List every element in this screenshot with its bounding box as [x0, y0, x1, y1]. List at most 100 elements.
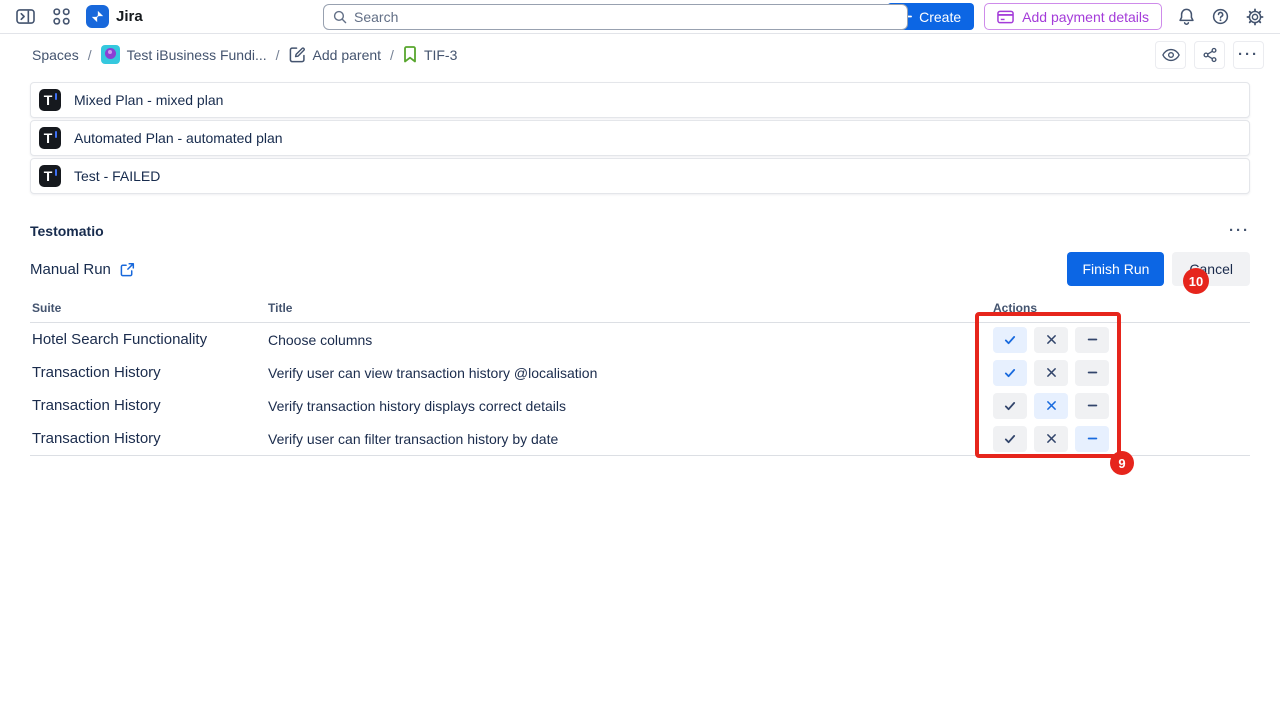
- more-actions-button[interactable]: ···: [1233, 41, 1264, 69]
- bell-icon: [1178, 7, 1195, 26]
- search-input[interactable]: [354, 9, 898, 25]
- breadcrumb-separator: /: [390, 47, 394, 63]
- annotation-badge-10: 10: [1183, 268, 1209, 294]
- table-row: Transaction History Verify user can view…: [30, 356, 1250, 389]
- plan-title: Mixed Plan - mixed plan: [74, 92, 223, 108]
- settings-button[interactable]: [1244, 6, 1266, 28]
- bookmark-icon: [403, 46, 417, 63]
- share-icon: [1202, 47, 1218, 63]
- watch-button[interactable]: [1155, 41, 1186, 69]
- skip-button[interactable]: [1075, 360, 1109, 386]
- annotation-badge-9: 9: [1110, 451, 1134, 475]
- add-payment-details-button[interactable]: Add payment details: [984, 3, 1162, 30]
- skip-button[interactable]: [1075, 393, 1109, 419]
- check-icon: [1003, 399, 1017, 413]
- manual-run-label: Manual Run: [30, 261, 111, 278]
- pass-button[interactable]: [993, 327, 1027, 353]
- suite-cell: Transaction History: [30, 397, 268, 414]
- minus-icon: [1086, 333, 1099, 346]
- fail-button[interactable]: [1034, 327, 1068, 353]
- suite-cell: Hotel Search Functionality: [30, 331, 268, 348]
- cross-icon: [1045, 399, 1058, 412]
- breadcrumb-separator: /: [276, 47, 280, 63]
- test-run-table: Suite Title Actions Hotel Search Functio…: [30, 301, 1250, 456]
- column-header-title: Title: [268, 301, 993, 315]
- minus-icon: [1086, 399, 1099, 412]
- help-button[interactable]: [1210, 6, 1231, 27]
- create-button-label: Create: [919, 9, 961, 25]
- fail-button[interactable]: [1034, 426, 1068, 452]
- column-header-actions: Actions: [993, 301, 1250, 315]
- table-row: Hotel Search Functionality Choose column…: [30, 323, 1250, 356]
- breadcrumb-space[interactable]: Test iBusiness Fundi...: [101, 45, 267, 64]
- plan-card-mixed[interactable]: T Mixed Plan - mixed plan: [30, 82, 1250, 118]
- cross-icon: [1045, 366, 1058, 379]
- testomatio-icon: T: [39, 127, 61, 149]
- finish-run-button[interactable]: Finish Run: [1067, 252, 1164, 286]
- plan-card-test-failed[interactable]: T Test - FAILED: [30, 158, 1250, 194]
- credit-card-icon: [997, 10, 1014, 24]
- pass-button[interactable]: [993, 393, 1027, 419]
- ellipsis-icon: ···: [1238, 46, 1259, 63]
- sidebar-toggle-icon: [16, 8, 35, 25]
- section-title: Testomatio: [30, 223, 104, 239]
- breadcrumb-separator: /: [88, 47, 92, 63]
- testomatio-icon: T: [39, 165, 61, 187]
- edit-icon: [289, 46, 306, 63]
- question-icon: [1212, 8, 1229, 25]
- add-payment-label: Add payment details: [1022, 9, 1149, 25]
- skip-button[interactable]: [1075, 327, 1109, 353]
- check-icon: [1003, 366, 1017, 380]
- share-button[interactable]: [1194, 41, 1225, 69]
- minus-icon: [1086, 366, 1099, 379]
- plan-list: T Mixed Plan - mixed plan T Automated Pl…: [30, 82, 1250, 194]
- title-cell: Verify user can view transaction history…: [268, 365, 993, 381]
- search-icon: [333, 10, 347, 24]
- suite-cell: Transaction History: [30, 430, 268, 447]
- notifications-button[interactable]: [1176, 5, 1197, 28]
- jira-home-link[interactable]: Jira: [86, 5, 143, 28]
- breadcrumb-bar: Spaces / Test iBusiness Fundi... / Add p…: [0, 34, 1280, 75]
- cross-icon: [1045, 333, 1058, 346]
- gear-icon: [1246, 8, 1264, 26]
- title-cell: Choose columns: [268, 332, 993, 348]
- jira-logo-icon: [86, 5, 109, 28]
- pass-button[interactable]: [993, 426, 1027, 452]
- app-name: Jira: [116, 8, 143, 25]
- table-row: Transaction History Verify user can filt…: [30, 422, 1250, 455]
- breadcrumb-add-parent[interactable]: Add parent: [289, 46, 382, 63]
- table-header: Suite Title Actions: [30, 301, 1250, 323]
- breadcrumb-page-label: TIF-3: [424, 47, 457, 63]
- column-header-suite: Suite: [30, 301, 268, 315]
- check-icon: [1003, 432, 1017, 446]
- plan-card-automated[interactable]: T Automated Plan - automated plan: [30, 120, 1250, 156]
- check-icon: [1003, 333, 1017, 347]
- breadcrumb-space-label: Test iBusiness Fundi...: [127, 47, 267, 63]
- plan-title: Automated Plan - automated plan: [74, 130, 283, 146]
- suite-cell: Transaction History: [30, 364, 268, 381]
- page-content: T Mixed Plan - mixed plan T Automated Pl…: [0, 82, 1280, 456]
- cross-icon: [1045, 432, 1058, 445]
- fail-button[interactable]: [1034, 360, 1068, 386]
- pass-button[interactable]: [993, 360, 1027, 386]
- breadcrumb-spaces[interactable]: Spaces: [32, 47, 79, 63]
- fail-button[interactable]: [1034, 393, 1068, 419]
- app-grid-icon: [53, 8, 70, 25]
- title-cell: Verify transaction history displays corr…: [268, 398, 993, 414]
- testomatio-icon: T: [39, 89, 61, 111]
- app-switcher-button[interactable]: [51, 6, 72, 27]
- breadcrumb: Spaces / Test iBusiness Fundi... / Add p…: [32, 45, 457, 64]
- search-bar[interactable]: [323, 4, 908, 30]
- breadcrumb-add-parent-label: Add parent: [313, 47, 382, 63]
- table-body: Hotel Search Functionality Choose column…: [30, 323, 1250, 456]
- title-cell: Verify user can filter transaction histo…: [268, 431, 993, 447]
- skip-button[interactable]: [1075, 426, 1109, 452]
- breadcrumb-page[interactable]: TIF-3: [403, 46, 457, 63]
- plan-title: Test - FAILED: [74, 168, 160, 184]
- eye-icon: [1162, 48, 1180, 62]
- top-navigation-bar: Jira Create Add payment details: [0, 0, 1280, 34]
- manual-run-link[interactable]: Manual Run: [30, 261, 135, 278]
- space-avatar: [101, 45, 120, 64]
- sidebar-toggle-button[interactable]: [14, 6, 37, 27]
- section-more-button[interactable]: ···: [1229, 222, 1250, 239]
